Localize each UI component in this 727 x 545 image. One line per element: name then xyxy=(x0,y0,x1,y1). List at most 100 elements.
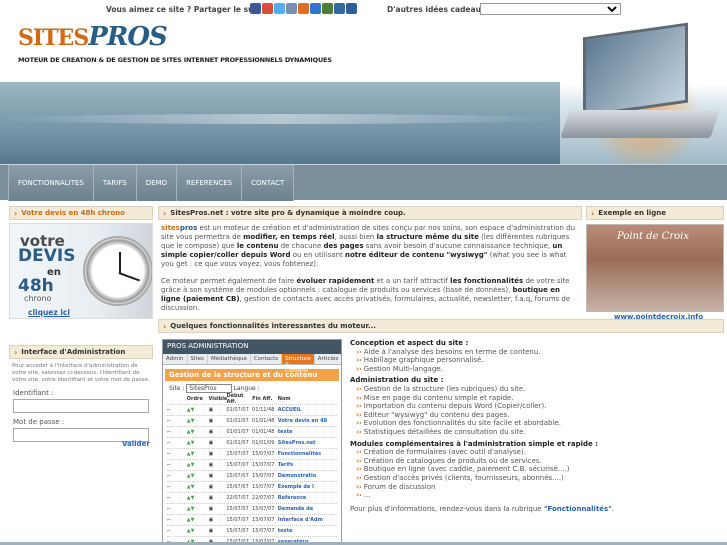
feature-section-title: Conception et aspect du site : xyxy=(350,339,469,347)
screenshot-table-row: ⌐ ▲▼ ▣ 15/07/07 15/07/07 Demande de xyxy=(167,504,337,515)
order-arrows-icon: ▲▼ xyxy=(186,473,195,479)
features-link[interactable]: "Fonctionnalités" xyxy=(544,505,612,513)
myspace-icon[interactable] xyxy=(286,3,297,14)
facebook-icon[interactable] xyxy=(250,3,261,14)
more-info: Pour plus d'informations, rendez-vous da… xyxy=(350,504,615,513)
screenshot-tab: Admin xyxy=(163,354,188,364)
main-nav: FONCTIONNALITES TARIFS DEMO REFERENCES CONTA… xyxy=(0,164,727,201)
feature-item: Forum de discussion xyxy=(350,483,720,492)
visible-icon: ▣ xyxy=(208,517,214,523)
feature-item: Création de catalogues de produits ou de… xyxy=(350,457,720,466)
intro-paragraph-1: sitespros est un moteur de création et d… xyxy=(161,224,576,268)
screenshot-table-row: ⌐ ▲▼ ▣ 01/01/07 01/01/48 texte xyxy=(167,427,337,438)
intro-paragraph-2: Ce moteur permet également de faire évol… xyxy=(161,277,571,312)
id-label: Identifiant : xyxy=(13,389,54,397)
validate-button[interactable]: Valider xyxy=(122,438,150,450)
feature-list: Conception et aspect du site :Aide à l'a… xyxy=(350,339,720,513)
arrow-icon: › xyxy=(591,208,595,218)
screenshot-table-row: ⌐ ▲▼ ▣ 01/01/07 01/01/48 Votre devis en 48 xyxy=(167,416,337,427)
screenshot-tabs: Admin Sites Médiathèque Contacts Structure &… xyxy=(163,354,341,374)
order-arrows-icon: ▲▼ xyxy=(186,418,195,424)
order-arrows-icon: ▲▼ xyxy=(186,429,195,435)
example-screenshot[interactable]: Point de Croix xyxy=(586,224,724,312)
id-field[interactable] xyxy=(13,399,149,413)
visible-icon: ▣ xyxy=(208,506,214,512)
visible-icon: ▣ xyxy=(208,418,214,424)
example-section: › Exemple en ligne Point de Croix www.poi… xyxy=(586,206,724,321)
feature-item: Création de formulaires (avec outil d'an… xyxy=(350,448,720,457)
order-arrows-icon: ▲▼ xyxy=(186,495,195,501)
visible-icon: ▣ xyxy=(208,484,214,490)
screenshot-table-header: Ordre Visible Début Aff. Fin Aff. Nom xyxy=(167,393,337,405)
nav-item-contact[interactable]: CONTACT xyxy=(242,164,295,201)
visible-icon: ▣ xyxy=(208,528,214,534)
watch-icon xyxy=(83,236,152,306)
example-heading: › Exemple en ligne xyxy=(586,206,724,220)
feature-item: Importation du contenu depuis Word (Copi… xyxy=(350,402,720,411)
order-arrows-icon: ▲▼ xyxy=(186,451,195,457)
screenshot-table-row: ⌐ ▲▼ ▣ 15/07/07 15/07/07 Exemple de l xyxy=(167,482,337,493)
msn-icon[interactable] xyxy=(298,3,309,14)
order-arrows-icon: ▲▼ xyxy=(186,407,195,413)
favorite-icon[interactable] xyxy=(346,3,357,14)
order-arrows-icon: ▲▼ xyxy=(186,506,195,512)
visible-icon: ▣ xyxy=(208,440,214,446)
screenshot-table: Ordre Visible Début Aff. Fin Aff. Nom ⌐ ▲▼ ▣ 01/… xyxy=(167,393,337,542)
header-banner: SITESPROS MOTEUR DE CREATION & DE GESTIO… xyxy=(0,18,727,164)
password-label: Mot de passe : xyxy=(13,418,65,426)
screenshot-table-row: ⌐ ▲▼ ▣ 15/07/07 15/07/07 Interface d'Adm xyxy=(167,515,337,526)
screenshot-site-row: Site : SitesPros Langue : xyxy=(169,384,260,393)
visible-icon: ▣ xyxy=(208,451,214,457)
feature-item: Gestion Multi-langage. xyxy=(350,365,720,374)
arrow-icon: › xyxy=(163,208,167,218)
logo[interactable]: SITESPROS xyxy=(18,22,168,52)
feature-item: Gestion de la structure (les rubriques) … xyxy=(350,385,720,394)
feature-item: Mise en page du contenu simple et rapide… xyxy=(350,394,720,403)
digg-icon[interactable] xyxy=(334,3,345,14)
screenshot-tab: Sites xyxy=(188,354,208,364)
twitter-icon[interactable] xyxy=(274,3,285,14)
laptop-image xyxy=(560,22,720,164)
top-bar: Vous aimez ce site ? Partager le sur... … xyxy=(0,0,727,18)
feature-item: Boutique en ligne (avec caddie, paiement… xyxy=(350,465,720,474)
screenshot-tab: Contacts xyxy=(251,354,283,364)
screenshot-table-row: ⌐ ▲▼ ▣ 15/07/07 15/07/07 texte xyxy=(167,526,337,537)
order-arrows-icon: ▲▼ xyxy=(186,462,195,468)
feature-item: Editeur "wysiwyg" du contenu des pages. xyxy=(350,411,720,420)
screenshot-table-row: ⌐ ▲▼ ▣ 22/07/07 22/07/07 Référence xyxy=(167,493,337,504)
nav-item-references[interactable]: REFERENCES xyxy=(177,164,243,201)
devis-link[interactable]: cliquez ici xyxy=(28,308,70,317)
feature-section-title: Administration du site : xyxy=(350,376,444,385)
feature-item: ... xyxy=(350,491,720,500)
admin-instructions: Pour accéder à l'interface d'administrat… xyxy=(12,363,150,383)
devis-banner[interactable]: votre DEVIS en 48h chrono cliquez ici xyxy=(9,223,153,319)
screenshot-table-row: ⌐ ▲▼ ▣ 01/07/07 01/11/48 ACCUEIL xyxy=(167,405,337,416)
order-arrows-icon: ▲▼ xyxy=(186,528,195,534)
gift-ideas-select[interactable] xyxy=(480,3,621,15)
gift-ideas-label: D'autres idées cadeaux : xyxy=(387,5,492,14)
nav-item-tarifs[interactable]: TARIFS xyxy=(93,164,137,201)
blog-icon[interactable] xyxy=(322,3,333,14)
features-section: › Quelques fonctionnalités interessantes … xyxy=(158,319,724,543)
screenshot-tab: Médiathèque xyxy=(208,354,251,364)
screenshot-table-row: ⌐ ▲▼ ▣ 15/07/07 15/07/07 Fonctionnalités xyxy=(167,449,337,460)
screenshot-tab: Articles xyxy=(315,354,341,364)
share-icons xyxy=(250,3,357,14)
screenshot-heading: Gestion de la structure et du contenu xyxy=(165,369,339,381)
devis-heading[interactable]: › Votre devis en 48h chrono xyxy=(9,206,153,220)
google-icon[interactable] xyxy=(262,3,273,14)
order-arrows-icon: ▲▼ xyxy=(186,484,195,490)
feature-item: Statistiques détaillées de consultation … xyxy=(350,428,720,437)
screenshot-table-row: ⌐ ▲▼ ▣ 15/07/07 15/07/07 Démonstratio xyxy=(167,471,337,482)
admin-screenshot: PROS ADMINISTRATION Admin Sites Médiathèqu… xyxy=(162,339,342,543)
intro-section: › SitesPros.net : votre site pro & dynami… xyxy=(158,206,582,313)
nav-item-fonctionnalites[interactable]: FONCTIONNALITES xyxy=(8,164,94,201)
screenshot-tab: Structure & Contenu xyxy=(282,354,315,374)
intro-heading: › SitesPros.net : votre site pro & dynami… xyxy=(158,206,582,220)
nav-item-demo[interactable]: DEMO xyxy=(136,164,178,201)
visible-icon: ▣ xyxy=(208,473,214,479)
feature-item: Gestion d'accès privés (clients, fournis… xyxy=(350,474,720,483)
admin-heading: › Interface d'Administration xyxy=(9,345,153,359)
left-column: › Votre devis en 48h chrono votre DEVIS e… xyxy=(9,206,153,442)
delicious-icon[interactable] xyxy=(310,3,321,14)
